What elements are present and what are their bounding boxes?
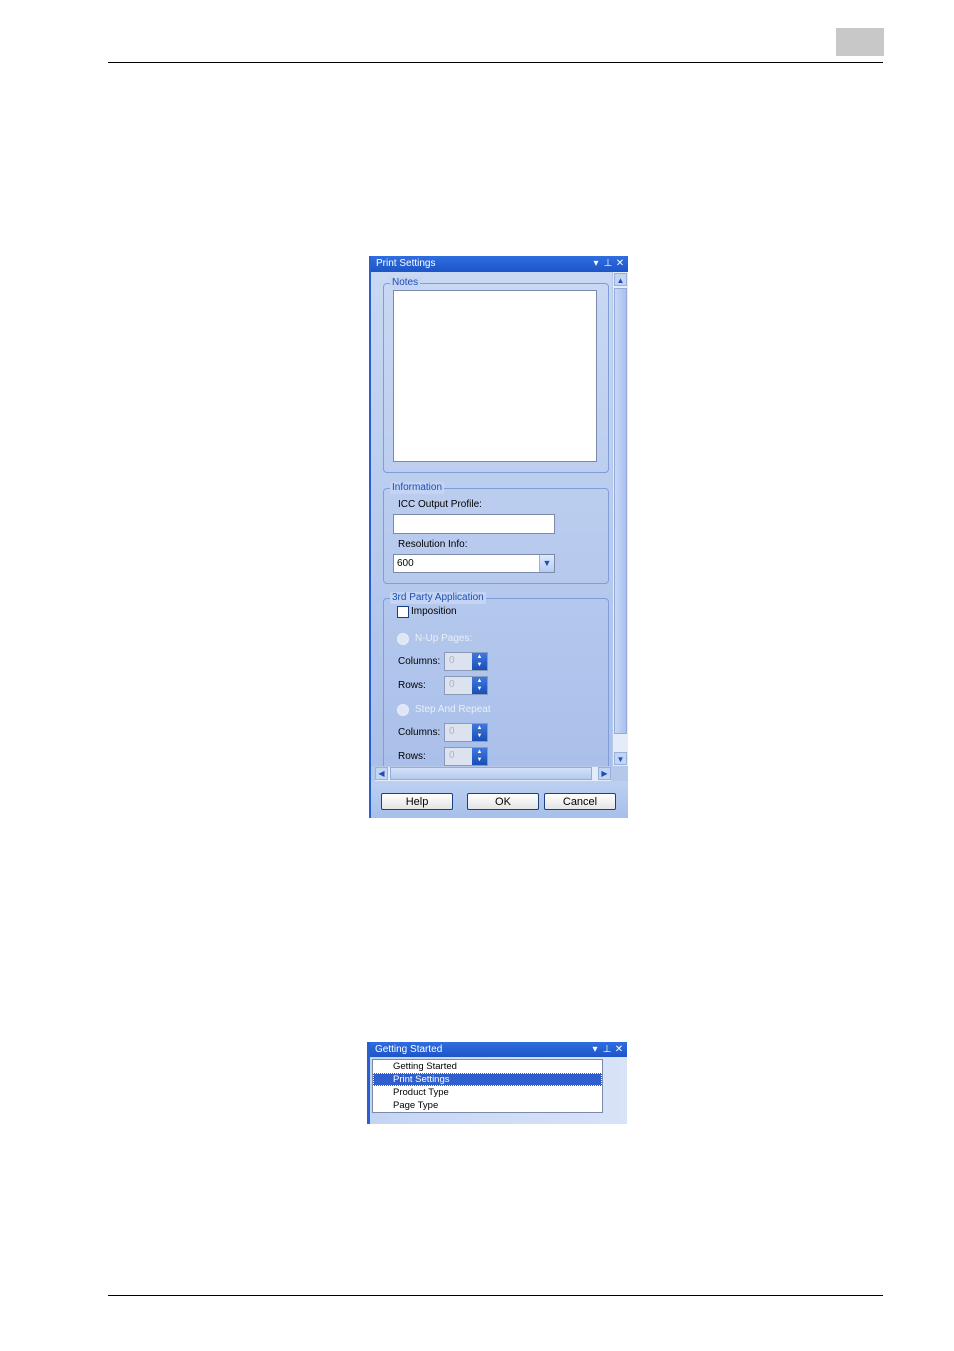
list-item[interactable]: Product Type (373, 1086, 602, 1099)
spin-arrows-icon[interactable]: ▲ ▼ (472, 748, 487, 765)
print-settings-panel: Print Settings ▾ ⊥ ✕ Notes Information ICC… (369, 256, 628, 818)
nup-pages-label: N-Up Pages: (415, 633, 473, 644)
pin-icon[interactable]: ⊥ (602, 256, 614, 272)
step-rows-stepper[interactable]: 0 ▲ ▼ (444, 747, 488, 766)
scroll-left-icon[interactable]: ◀ (375, 767, 388, 780)
nup-columns-value: 0 (449, 655, 455, 666)
pin-icon[interactable]: ⊥ (601, 1042, 613, 1057)
third-party-legend: 3rd Party Application (390, 592, 486, 604)
list-item-label: Print Settings (393, 1074, 450, 1085)
getting-started-title: Getting Started (375, 1044, 443, 1055)
nup-columns-stepper[interactable]: 0 ▲ ▼ (444, 652, 488, 671)
spin-arrows-icon[interactable]: ▲ ▼ (472, 724, 487, 741)
list-item[interactable]: Getting Started (373, 1060, 602, 1073)
step-rows-label: Rows: (398, 751, 426, 762)
cancel-button[interactable]: Cancel (544, 793, 616, 810)
scroll-down-icon[interactable]: ▼ (614, 752, 627, 765)
list-item[interactable]: Print Settings (373, 1073, 602, 1086)
imposition-label: Imposition (411, 606, 457, 617)
getting-started-titlebar[interactable]: Getting Started ▾ ⊥ ✕ (370, 1042, 627, 1057)
information-group: Information ICC Output Profile: Resoluti… (383, 482, 609, 584)
list-item-label: Getting Started (393, 1061, 457, 1072)
icc-output-profile-input[interactable] (393, 514, 555, 534)
icc-output-profile-label: ICC Output Profile: (398, 499, 482, 510)
notes-group: Notes (383, 277, 609, 473)
print-settings-titlebar[interactable]: Print Settings ▾ ⊥ ✕ (371, 256, 628, 272)
nup-rows-label: Rows: (398, 680, 426, 691)
spin-arrows-icon[interactable]: ▲ ▼ (472, 677, 487, 694)
titlebar-icons: ▾ ⊥ ✕ (589, 1042, 625, 1057)
nup-columns-label: Columns: (398, 656, 441, 667)
nup-rows-stepper[interactable]: 0 ▲ ▼ (444, 676, 488, 695)
scroll-right-icon[interactable]: ▶ (598, 767, 611, 780)
help-button[interactable]: Help (381, 793, 453, 810)
spin-arrows-icon[interactable]: ▲ ▼ (472, 653, 487, 670)
list-item-label: Product Type (393, 1087, 449, 1098)
footer-rule (108, 1295, 883, 1296)
imposition-checkbox[interactable] (397, 606, 409, 618)
horizontal-scrollbar[interactable]: ◀ ▶ (375, 766, 611, 781)
scroll-up-icon[interactable]: ▲ (614, 273, 627, 286)
nup-rows-value: 0 (449, 679, 455, 690)
step-rows-value: 0 (449, 750, 455, 761)
print-settings-content: Notes Information ICC Output Profile: Re… (371, 272, 612, 766)
dropdown-icon[interactable]: ▾ (590, 256, 602, 272)
step-and-repeat-label: Step And Repeat (415, 704, 491, 715)
horizontal-scroll-thumb[interactable] (390, 767, 592, 780)
chevron-down-icon[interactable]: ▼ (539, 555, 554, 572)
header-rule (108, 62, 883, 63)
notes-legend: Notes (390, 277, 421, 289)
resolution-info-select[interactable]: 600 ▼ (393, 554, 555, 573)
chapter-tab (836, 28, 884, 56)
panel-list[interactable]: Getting Started Print Settings Product T… (372, 1059, 603, 1113)
getting-started-panel: Getting Started ▾ ⊥ ✕ Getting Started Prin… (367, 1042, 627, 1124)
titlebar-icons: ▾ ⊥ ✕ (590, 256, 626, 272)
print-settings-footer: Help OK Cancel (371, 781, 628, 818)
step-columns-stepper[interactable]: 0 ▲ ▼ (444, 723, 488, 742)
nup-pages-radio[interactable] (397, 633, 409, 645)
information-legend: Information (390, 482, 445, 494)
dropdown-icon[interactable]: ▾ (589, 1042, 601, 1057)
step-and-repeat-radio[interactable] (397, 704, 409, 716)
vertical-scroll-thumb[interactable] (614, 288, 627, 734)
print-settings-title: Print Settings (376, 258, 436, 269)
close-icon[interactable]: ✕ (613, 1042, 625, 1057)
vertical-scrollbar[interactable]: ▲ ▼ (612, 272, 628, 766)
ok-button[interactable]: OK (467, 793, 539, 810)
notes-textarea[interactable] (393, 290, 597, 462)
resolution-info-label: Resolution Info: (398, 539, 468, 550)
close-icon[interactable]: ✕ (614, 256, 626, 272)
step-columns-label: Columns: (398, 727, 441, 738)
third-party-group: 3rd Party Application Imposition N-Up Pa… (383, 592, 609, 766)
resolution-info-value: 600 (397, 558, 414, 569)
list-item-label: Page Type (393, 1100, 439, 1111)
list-item[interactable]: Page Type (373, 1099, 602, 1112)
step-columns-value: 0 (449, 726, 455, 737)
